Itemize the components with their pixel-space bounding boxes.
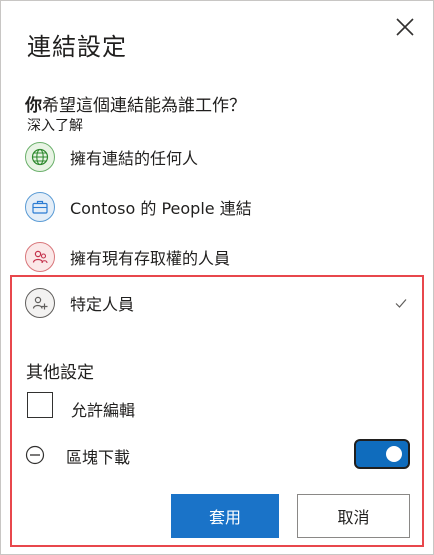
link-settings-dialog: 連結設定 你希望這個連結能為誰工作？ 深入了解 擁有連結的任何人 Contoso… (0, 0, 434, 555)
toggle-knob (386, 446, 402, 462)
other-settings-heading: 其他設定 (26, 363, 94, 383)
allow-edit-checkbox[interactable] (27, 392, 53, 418)
option-anyone[interactable]: 擁有連結的任何人 (25, 140, 198, 174)
option-org-people-label: Contoso 的 People 連結 (70, 199, 252, 218)
option-specific-people[interactable]: 特定人員 (25, 286, 410, 320)
question-bold: 你 (25, 96, 42, 116)
checkmark-icon (394, 295, 408, 309)
add-people-icon (25, 288, 55, 318)
option-anyone-label: 擁有連結的任何人 (70, 149, 199, 168)
briefcase-icon (25, 192, 55, 222)
globe-icon (25, 142, 55, 172)
option-org-people[interactable]: Contoso 的 People 連結 (25, 190, 252, 224)
block-download-label: 區塊下載 (66, 448, 131, 467)
people-icon (25, 242, 55, 272)
block-icon (25, 445, 45, 465)
option-existing-access[interactable]: 擁有現有存取權的人員 (25, 240, 230, 274)
close-icon[interactable] (393, 15, 417, 39)
apply-button[interactable]: 套用 (171, 494, 279, 538)
block-download-toggle[interactable] (354, 439, 410, 469)
cancel-button[interactable]: 取消 (297, 494, 410, 538)
dialog-title: 連結設定 (27, 33, 127, 61)
question-text: 你希望這個連結能為誰工作？ (25, 91, 246, 116)
option-specific-people-label: 特定人員 (70, 295, 135, 314)
learn-more-link[interactable]: 深入了解 (27, 115, 83, 135)
allow-edit-label: 允許編輯 (71, 401, 136, 420)
question-rest: 希望這個連結能為誰工作？ (42, 96, 246, 116)
option-existing-access-label: 擁有現有存取權的人員 (70, 249, 231, 268)
